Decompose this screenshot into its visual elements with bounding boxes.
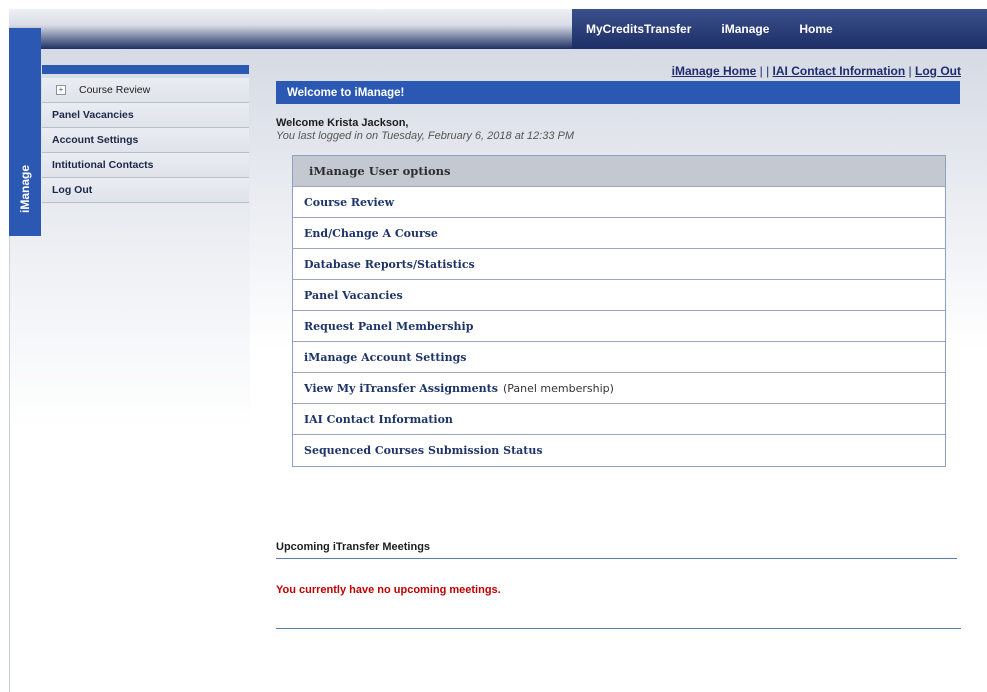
imanage-side-tab[interactable]: iManage: [9, 28, 41, 236]
link-separator: | |: [756, 64, 773, 78]
left-menu-item-label: Intitutional Contacts: [52, 159, 154, 171]
option-label: IAI Contact Information: [304, 412, 453, 426]
nav-home[interactable]: Home: [799, 22, 832, 36]
top-links: iManage Home | | IAI Contact Information…: [672, 64, 961, 78]
left-menu-item-log-out[interactable]: Log Out: [42, 178, 249, 203]
option-label: End/Change A Course: [304, 226, 438, 240]
left-menu: + Course Review Panel Vacancies Account …: [42, 78, 249, 203]
expand-plus-icon[interactable]: +: [56, 85, 66, 95]
option-label: iManage Account Settings: [304, 350, 467, 364]
option-end-change-course[interactable]: End/Change A Course: [293, 218, 945, 249]
option-account-settings[interactable]: iManage Account Settings: [293, 342, 945, 373]
option-sequenced-courses-status[interactable]: Sequenced Courses Submission Status: [293, 435, 945, 466]
welcome-greeting: Welcome Krista Jackson,: [276, 117, 409, 129]
left-menu-item-label: Course Review: [79, 84, 151, 96]
divider: [276, 558, 957, 559]
nav-imanage[interactable]: iManage: [721, 22, 769, 36]
last-login-text: You last logged in on Tuesday, February …: [276, 130, 575, 142]
log-out-link[interactable]: Log Out: [915, 64, 961, 78]
left-menu-item-account-settings[interactable]: Account Settings: [42, 128, 249, 153]
left-menu-item-label: Log Out: [52, 184, 93, 196]
user-options-panel: iManage User options Course Review End/C…: [292, 155, 946, 467]
welcome-title-bar: Welcome to iManage!: [276, 81, 960, 104]
option-label: Database Reports/Statistics: [304, 257, 475, 271]
link-separator: |: [905, 64, 916, 78]
option-database-reports[interactable]: Database Reports/Statistics: [293, 249, 945, 280]
option-label: Request Panel Membership: [304, 319, 474, 333]
iai-contact-link[interactable]: IAI Contact Information: [773, 64, 906, 78]
no-meetings-message: You currently have no upcoming meetings.: [276, 584, 501, 596]
left-menu-item-course-review[interactable]: + Course Review: [42, 78, 249, 103]
option-iai-contact-information[interactable]: IAI Contact Information: [293, 404, 945, 435]
option-request-panel-membership[interactable]: Request Panel Membership: [293, 311, 945, 342]
left-menu-item-panel-vacancies[interactable]: Panel Vacancies: [42, 103, 249, 128]
option-course-review[interactable]: Course Review: [293, 187, 945, 218]
left-menu-item-label: Account Settings: [52, 134, 139, 146]
option-label: Course Review: [304, 195, 395, 209]
left-menu-item-label: Panel Vacancies: [52, 109, 134, 121]
option-note: (Panel membership): [502, 381, 614, 395]
side-tab-label: iManage: [18, 164, 33, 214]
meetings-heading: Upcoming iTransfer Meetings: [276, 541, 431, 553]
option-panel-vacancies[interactable]: Panel Vacancies: [293, 280, 945, 311]
divider: [276, 628, 961, 629]
option-view-itransfer-assignments[interactable]: View My iTransfer Assignments (Panel mem…: [293, 373, 945, 404]
imanage-home-link[interactable]: iManage Home: [672, 64, 757, 78]
option-label: View My iTransfer Assignments: [304, 381, 498, 395]
left-menu-header: [42, 65, 249, 74]
left-menu-item-institutional-contacts[interactable]: Intitutional Contacts: [42, 153, 249, 178]
top-navigation: MyCreditsTransfer iManage Home: [572, 9, 987, 49]
option-label: Sequenced Courses Submission Status: [304, 444, 543, 457]
user-options-header: iManage User options: [293, 156, 945, 187]
option-label: Panel Vacancies: [304, 288, 403, 302]
nav-mycreditstransfer[interactable]: MyCreditsTransfer: [586, 22, 691, 36]
